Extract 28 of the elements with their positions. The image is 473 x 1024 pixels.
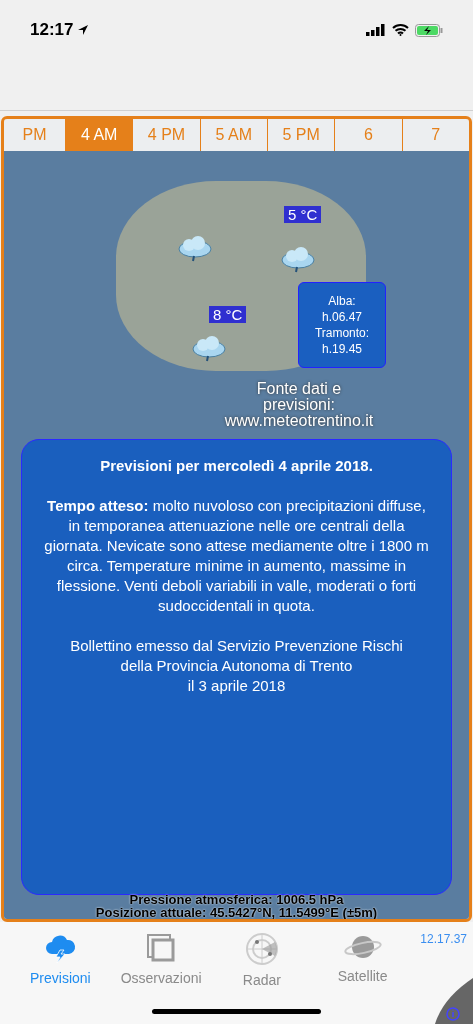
time-tab[interactable]: 5 AM — [200, 119, 267, 151]
forecast-title: Previsioni per mercoledì 4 aprile 2018. — [100, 456, 373, 476]
sun-time-text: Tramonto: — [314, 325, 370, 341]
bottom-tab[interactable]: Previsioni — [10, 932, 111, 992]
source-text: www.meteotrentino.it — [224, 413, 374, 429]
sun-time-text: Alba: — [328, 293, 356, 309]
source-text: previsioni: — [263, 397, 335, 413]
sun-time-text: h.19.45 — [321, 341, 362, 357]
forecast-text: Tempo atteso: molto nuvoloso con precipitazioni diffuse, in temporanea attenuazione nelle ore centrali della giornata. Nevicate sono attese mediamente oltre i 1800 m circa. Temperature minime in aumento, massime in flessione. Venti deboli variabili in valle, moderati o forti sudoccidentali in quota. — [44, 496, 429, 616]
bulletin-text: della Provincia Autonoma di Trento — [120, 656, 353, 676]
sun-time-text: h.06.47 — [321, 309, 362, 325]
time-tab[interactable]: 5 PM — [268, 119, 335, 151]
bulletin-text: il 3 aprile 2018 — [187, 676, 286, 696]
temperature-label: 5 °C — [284, 206, 322, 223]
bulletin-text: Bollettino emesso dal Servizio Prevenzione Rischi — [70, 636, 403, 656]
time-tab[interactable]: PM — [4, 119, 65, 151]
position-text: Posizione attuale: 45.5427°N, 11.5499°E (±5m) — [95, 906, 378, 919]
time-tab[interactable]: 6 — [335, 119, 402, 151]
time-tab[interactable]: 4 PM — [133, 119, 200, 151]
pressure-text: Pressione atmosferica: 1006.5 hPa — [129, 893, 344, 906]
bottom-tab[interactable]: Satellite — [312, 932, 413, 992]
status-time: 12:17 — [30, 19, 74, 42]
temperature-label: 8 °C — [209, 306, 247, 323]
bottom-tab[interactable]: Radar — [211, 932, 313, 992]
bottom-tab[interactable]: Osservazioni — [110, 932, 212, 992]
clock-text: 12.17.37 — [420, 931, 467, 948]
time-tab[interactable]: 7 — [402, 119, 469, 151]
source-text: Fonte dati e — [256, 381, 342, 397]
